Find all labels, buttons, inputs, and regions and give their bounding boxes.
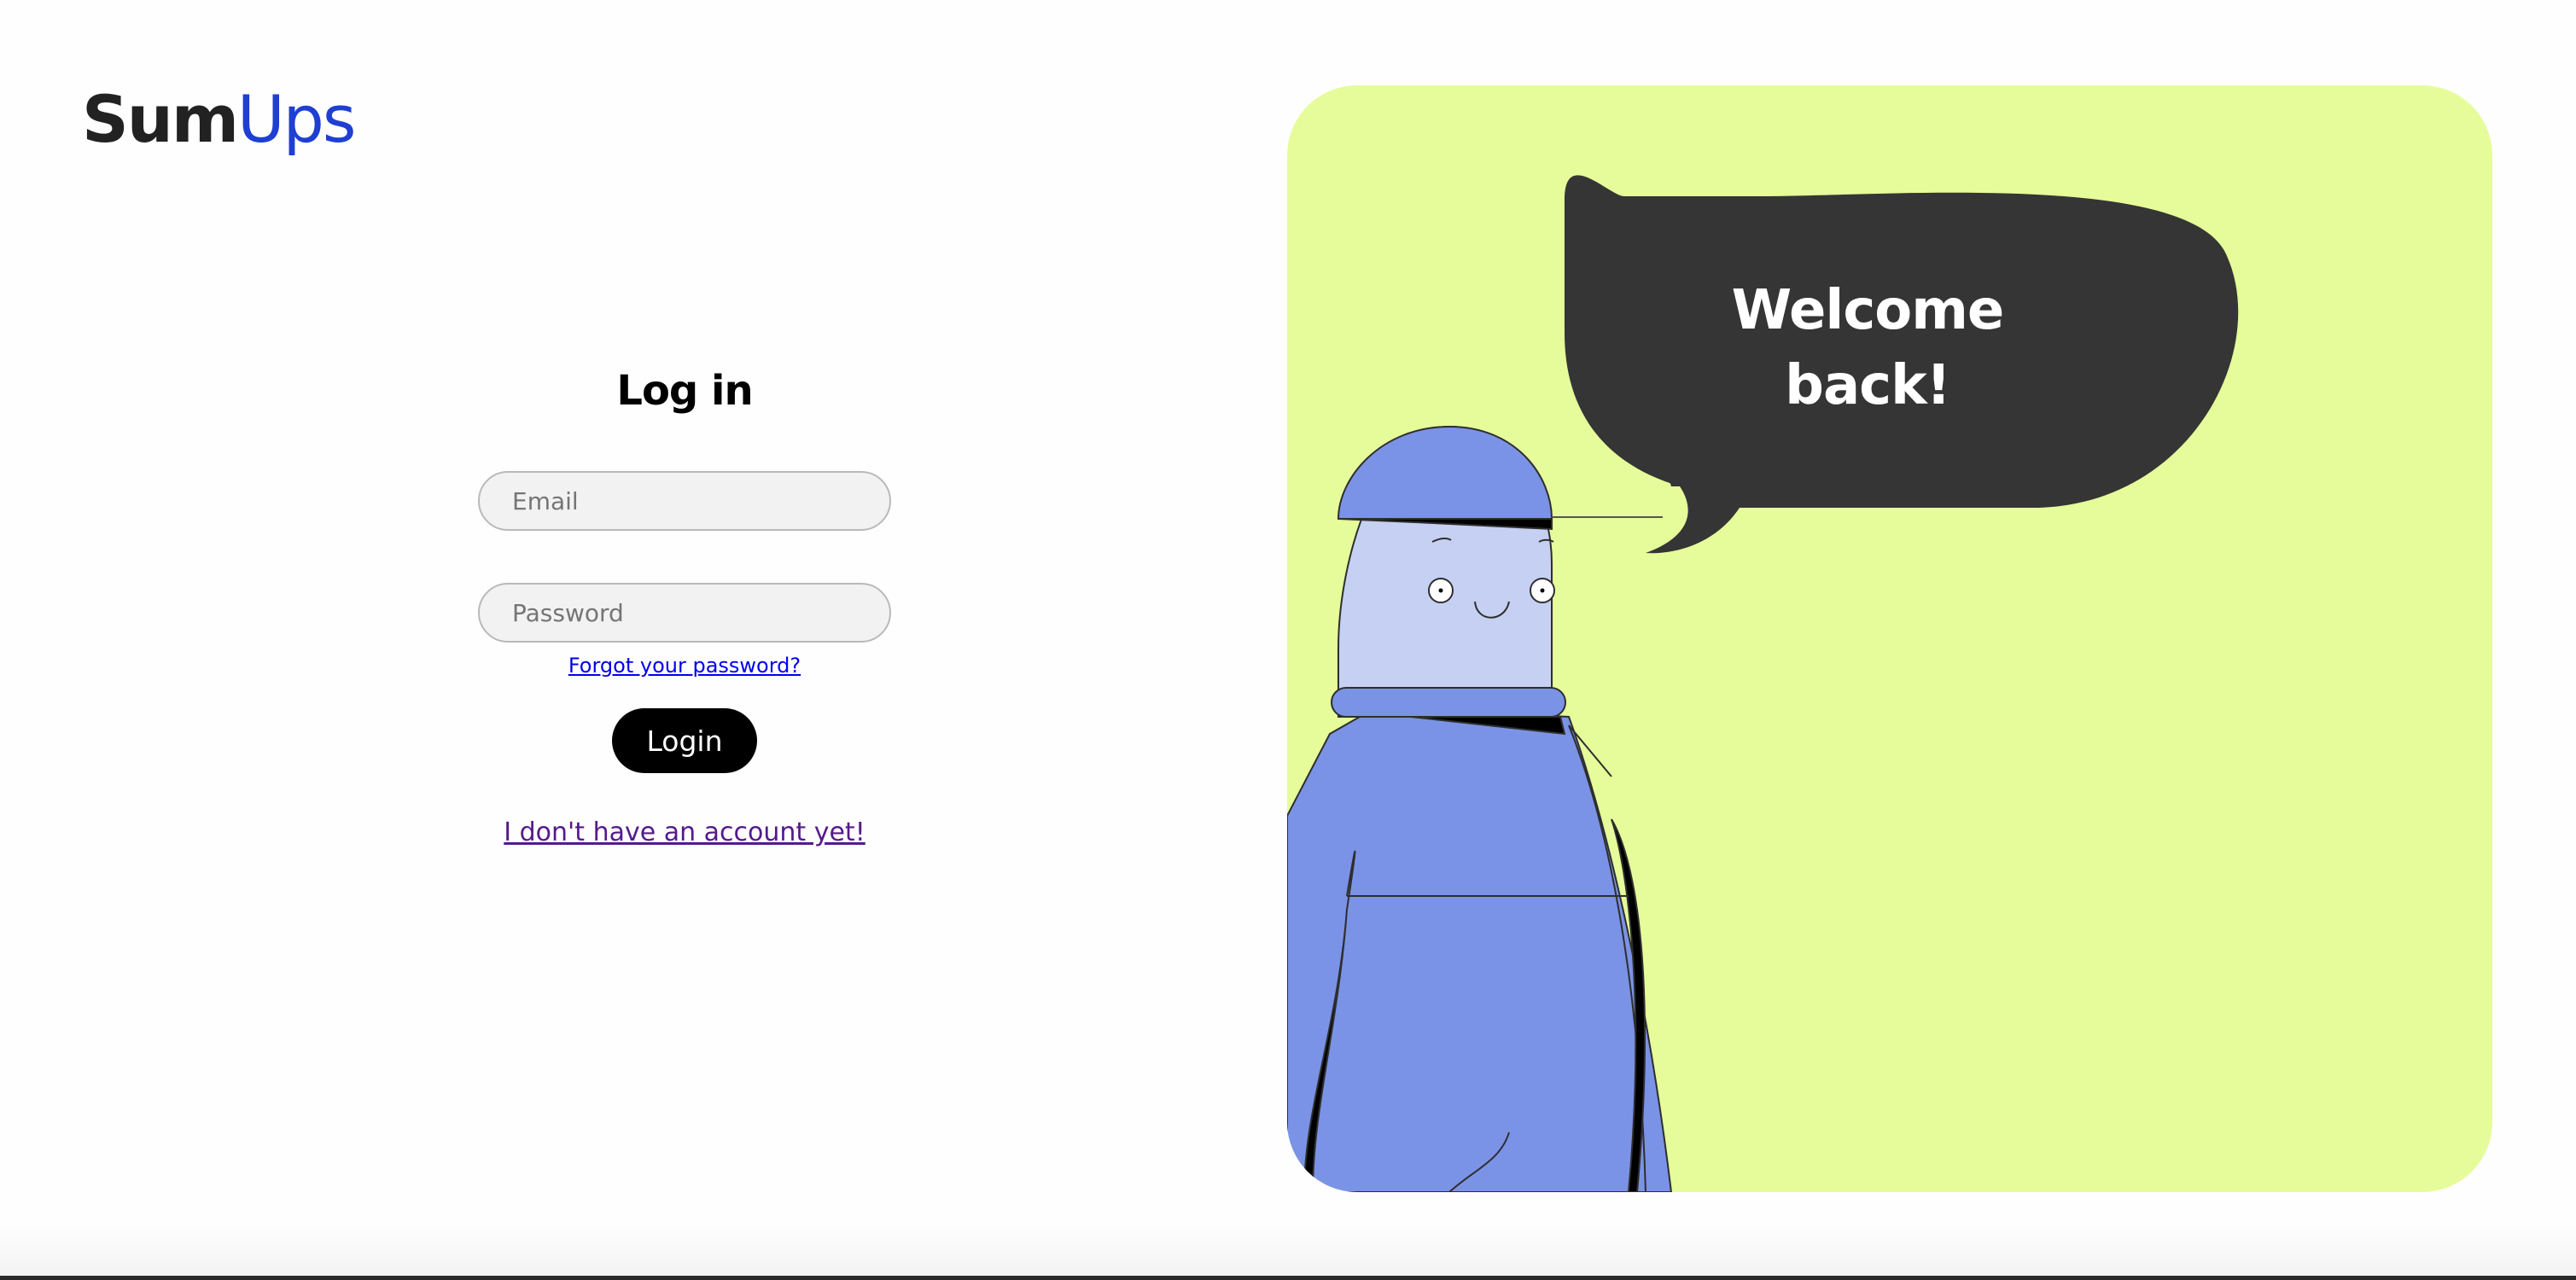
bubble-line-1: Welcome	[1731, 279, 2005, 342]
character-hat	[1337, 425, 1553, 520]
welcome-bubble-text: Welcome back!	[1577, 273, 2158, 423]
sumups-logo[interactable]: SumUps	[82, 79, 357, 160]
welcome-illustration-panel: Welcome back!	[1287, 85, 2492, 1192]
footer-divider	[0, 1276, 2576, 1280]
login-button[interactable]: Login	[612, 708, 757, 773]
email-input[interactable]	[478, 471, 891, 531]
password-input[interactable]	[478, 583, 891, 643]
login-page: SumUps Log in Forgot your password? Logi…	[0, 0, 2576, 1280]
logo-text-ups: Ups	[237, 81, 356, 157]
login-title: Log in	[616, 367, 753, 415]
forgot-password-link[interactable]: Forgot your password?	[568, 653, 801, 678]
login-form: Log in Forgot your password? Login I don…	[478, 358, 891, 850]
welcome-illustration	[1287, 175, 2239, 1192]
bubble-line-2: back!	[1785, 354, 1951, 417]
character-collar	[1331, 687, 1566, 718]
logo-text-sum: Sum	[82, 81, 239, 157]
signup-link[interactable]: I don't have an account yet!	[504, 816, 865, 850]
character-body	[1287, 711, 1673, 1192]
footer-shade	[0, 1220, 2576, 1280]
character	[1287, 425, 1673, 1192]
